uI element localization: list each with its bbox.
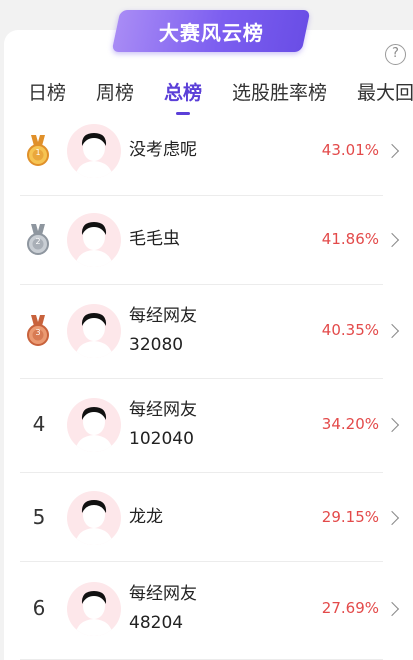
return-percent: 43.01%: [321, 141, 379, 159]
help-icon[interactable]: ?: [385, 44, 406, 65]
avatar: [67, 124, 121, 178]
banner-title: 大赛风云榜: [158, 20, 264, 45]
leaderboard-row[interactable]: 3 每经网友 32080 40.35%: [0, 285, 413, 379]
return-percent: 34.20%: [321, 415, 379, 433]
chevron-right-icon[interactable]: [384, 417, 400, 433]
return-percent: 29.15%: [321, 508, 379, 526]
user-name: 每经网友 102040: [129, 396, 197, 454]
rank-value: 2: [35, 237, 41, 246]
gold-medal-icon: 1: [24, 135, 52, 167]
avatar: [67, 582, 121, 636]
user-name: 毛毛虫: [129, 225, 180, 254]
chevron-right-icon[interactable]: [384, 143, 400, 159]
user-name-line1: 没考虑呢: [129, 140, 197, 160]
user-name-line1: 每经网友: [129, 400, 197, 420]
return-percent: 27.69%: [321, 599, 379, 617]
avatar: [67, 491, 121, 545]
leaderboard-row[interactable]: 6 每经网友 48204 27.69%: [0, 562, 413, 660]
bronze-medal-icon: 3: [24, 315, 52, 347]
return-percent: 40.35%: [321, 321, 379, 339]
user-name: 龙龙: [129, 503, 163, 532]
user-name-line1: 毛毛虫: [129, 229, 180, 249]
user-name-line2: 102040: [129, 429, 194, 449]
rank-number: 4: [32, 412, 46, 436]
user-name-line2: 48204: [129, 613, 184, 633]
chevron-right-icon[interactable]: [384, 601, 400, 617]
chevron-right-icon[interactable]: [384, 323, 400, 339]
user-name: 每经网友 32080: [129, 302, 197, 360]
chevron-right-icon[interactable]: [384, 232, 400, 248]
leaderboard-row[interactable]: 5 龙龙 29.15%: [0, 473, 413, 562]
leaderboard-banner: 大赛风云榜: [111, 10, 311, 52]
user-name: 每经网友 48204: [129, 580, 197, 638]
rank-number: 5: [32, 505, 46, 529]
silver-medal-icon: 2: [24, 224, 52, 256]
user-name-line1: 每经网友: [129, 584, 197, 604]
leaderboard-row[interactable]: 2 毛毛虫 41.86%: [0, 196, 413, 285]
avatar: [67, 398, 121, 452]
user-name-line1: 龙龙: [129, 507, 163, 527]
avatar: [67, 213, 121, 267]
avatar: [67, 304, 121, 358]
user-name: 没考虑呢: [129, 136, 197, 165]
leaderboard-row[interactable]: 1 没考虑呢 43.01%: [0, 108, 413, 196]
user-name-line2: 32080: [129, 335, 184, 355]
user-name-line1: 每经网友: [129, 306, 197, 326]
return-percent: 41.86%: [321, 230, 379, 248]
rank-value: 1: [35, 148, 41, 157]
leaderboard-row[interactable]: 4 每经网友 102040 34.20%: [0, 379, 413, 473]
chevron-right-icon[interactable]: [384, 510, 400, 526]
rank-value: 3: [35, 328, 41, 337]
rank-number: 6: [32, 596, 46, 620]
